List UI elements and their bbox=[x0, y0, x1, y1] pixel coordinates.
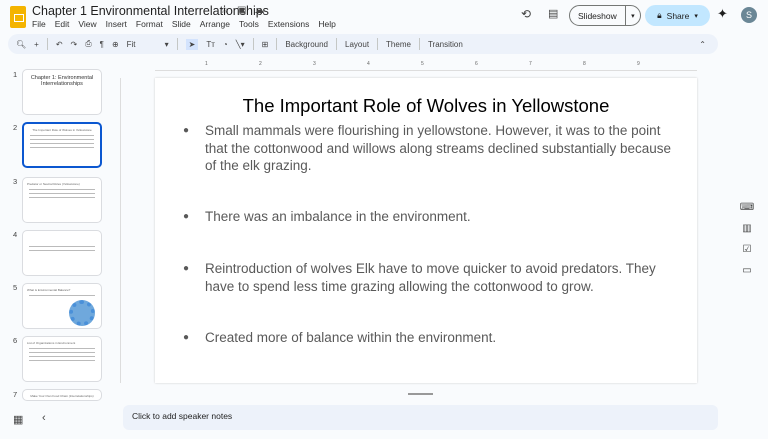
slide-thumbnail-5[interactable]: What is Environmental Balance? bbox=[22, 283, 102, 329]
bullet-item[interactable]: Reintroduction of wolves Elk have to mov… bbox=[183, 260, 675, 295]
chevron-down-icon[interactable]: ▾ bbox=[165, 40, 169, 49]
gemini-icon[interactable]: ✦ bbox=[717, 6, 728, 22]
slide-number: 5 bbox=[13, 283, 18, 292]
comment-add-icon[interactable]: ⊞ bbox=[262, 40, 269, 49]
textbox-icon[interactable]: Tт bbox=[206, 40, 215, 49]
ruler-label: 3 bbox=[313, 61, 316, 67]
menu-tools[interactable]: Tools bbox=[239, 19, 259, 29]
slideshow-dropdown[interactable]: ▾ bbox=[624, 6, 640, 25]
bullet-item[interactable]: Created more of balance within the envir… bbox=[183, 329, 675, 347]
slide-number: 1 bbox=[13, 70, 18, 79]
slide-thumbnail-3[interactable]: Predator or Neutral Roles (Yellowstone) bbox=[22, 177, 102, 223]
thumb-title: List of Organizations in Environment bbox=[27, 341, 76, 345]
speaker-notes-placeholder: Click to add speaker notes bbox=[132, 411, 233, 421]
lock-icon: 🔒︎ bbox=[657, 10, 662, 20]
notes-resize-handle[interactable] bbox=[408, 393, 433, 395]
menu-format[interactable]: Format bbox=[136, 19, 163, 29]
bullet-item[interactable]: There was an imbalance in the environmen… bbox=[183, 208, 675, 226]
background-button[interactable]: Background bbox=[285, 40, 328, 49]
menu-file[interactable]: File bbox=[32, 19, 46, 29]
zoom-icon[interactable]: ⊕ bbox=[112, 40, 119, 49]
menu-view[interactable]: View bbox=[78, 19, 96, 29]
cloud-icon[interactable]: ☁ bbox=[254, 5, 264, 16]
menu-edit[interactable]: Edit bbox=[55, 19, 70, 29]
ruler-label: 7 bbox=[529, 61, 532, 67]
shape-icon[interactable]: ◔ bbox=[223, 40, 228, 49]
horizontal-ruler[interactable]: 1 2 3 4 5 6 7 8 9 bbox=[155, 61, 697, 71]
thumb-title: Predator or Neutral Roles (Yellowstone) bbox=[27, 182, 80, 186]
menu-slide[interactable]: Slide bbox=[172, 19, 191, 29]
collapse-filmstrip-icon[interactable]: ‹ bbox=[42, 412, 46, 424]
slide-number: 2 bbox=[13, 123, 18, 132]
ruler-label: 9 bbox=[637, 61, 640, 67]
paint-format-icon[interactable]: ¶ bbox=[100, 40, 104, 49]
menu-insert[interactable]: Insert bbox=[106, 19, 127, 29]
vertical-ruler[interactable] bbox=[113, 78, 121, 383]
ruler-label: 8 bbox=[583, 61, 586, 67]
slide-thumbnail-2[interactable]: The Important Role of Wolves in Yellowst… bbox=[22, 122, 102, 168]
redo-icon[interactable]: ↷ bbox=[71, 40, 78, 49]
line-icon[interactable]: ╲▾ bbox=[236, 40, 245, 49]
chevron-down-icon[interactable]: ▾ bbox=[694, 12, 698, 20]
slide-thumbnail-4[interactable] bbox=[22, 230, 102, 276]
zoom-select[interactable]: Fit bbox=[127, 40, 157, 49]
avatar[interactable]: S bbox=[741, 7, 757, 23]
collapse-icon[interactable]: ⌃ bbox=[699, 40, 706, 49]
folder-icon[interactable]: ▣ bbox=[237, 5, 246, 16]
cycle-diagram bbox=[69, 300, 95, 326]
ruler-label: 1 bbox=[205, 61, 208, 67]
side-panel: ⌨ ▥ ☑ ▭ bbox=[737, 202, 757, 276]
menu-extensions[interactable]: Extensions bbox=[268, 19, 310, 29]
slides-logo[interactable] bbox=[10, 6, 26, 28]
transition-button[interactable]: Transition bbox=[428, 40, 463, 49]
slide-thumbnail-1[interactable]: Chapter 1: Environmental Interrelationsh… bbox=[22, 69, 102, 115]
ruler-label: 2 bbox=[259, 61, 262, 67]
keep-icon[interactable]: ▥ bbox=[742, 223, 751, 234]
thumb-title: Chapter 1: Environmental Interrelationsh… bbox=[30, 75, 94, 87]
comments-icon[interactable]: ▤ bbox=[548, 7, 558, 20]
slide-number: 7 bbox=[13, 390, 18, 399]
slideshow-button[interactable]: Slideshow ▾ bbox=[569, 5, 641, 26]
thumb-title: The Important Role of Wolves in Yellowst… bbox=[32, 128, 92, 132]
menu-help[interactable]: Help bbox=[318, 19, 335, 29]
star-icon[interactable]: ☆ bbox=[220, 5, 229, 16]
bullet-item[interactable]: Small mammals were flourishing in yellow… bbox=[183, 122, 675, 175]
keyboard-icon[interactable]: ⌨ bbox=[740, 202, 754, 213]
menu-bar: File Edit View Insert Format Slide Arran… bbox=[32, 19, 336, 29]
slideshow-label: Slideshow bbox=[578, 10, 617, 21]
thumb-title: What is Environmental Balance? bbox=[27, 288, 71, 292]
ruler-label: 5 bbox=[421, 61, 424, 67]
theme-button[interactable]: Theme bbox=[386, 40, 411, 49]
add-icon[interactable]: + bbox=[34, 40, 39, 49]
slide-title[interactable]: The Important Role of Wolves in Yellowst… bbox=[155, 95, 697, 117]
undo-icon[interactable]: ↶ bbox=[56, 40, 63, 49]
slide-thumbnail-6[interactable]: List of Organizations in Environment bbox=[22, 336, 102, 382]
share-button[interactable]: 🔒︎ Share ▾ bbox=[645, 5, 710, 26]
toolbar: 🔍︎ + ↶ ↷ ⎙ ¶ ⊕ Fit ▾ ➤ Tт ◔ ╲▾ ⊞ Backgro… bbox=[8, 34, 718, 54]
history-icon[interactable]: ⟲ bbox=[521, 7, 531, 21]
slide-canvas[interactable]: The Important Role of Wolves in Yellowst… bbox=[155, 78, 697, 383]
speaker-notes[interactable]: Click to add speaker notes bbox=[123, 405, 718, 430]
slide-number: 3 bbox=[13, 177, 18, 186]
print-icon[interactable]: ⎙ bbox=[85, 39, 91, 49]
slide-thumbnail-7[interactable]: Make Your Own Food Chain (Interrelations… bbox=[22, 389, 102, 401]
slide-number: 6 bbox=[13, 336, 18, 345]
drive-icon[interactable]: ▭ bbox=[742, 265, 751, 276]
layout-button[interactable]: Layout bbox=[345, 40, 369, 49]
search-icon[interactable]: 🔍︎ bbox=[16, 40, 26, 49]
thumb-title: Make Your Own Food Chain (Interrelations… bbox=[30, 394, 94, 398]
share-label: Share bbox=[666, 10, 690, 21]
menu-arrange[interactable]: Arrange bbox=[200, 19, 230, 29]
ruler-label: 4 bbox=[367, 61, 370, 67]
grid-view-icon[interactable]: ▦ bbox=[13, 413, 23, 426]
tasks-icon[interactable]: ☑ bbox=[743, 244, 752, 255]
select-icon[interactable]: ➤ bbox=[185, 38, 199, 50]
ruler-label: 6 bbox=[475, 61, 478, 67]
slide-number: 4 bbox=[13, 230, 18, 239]
